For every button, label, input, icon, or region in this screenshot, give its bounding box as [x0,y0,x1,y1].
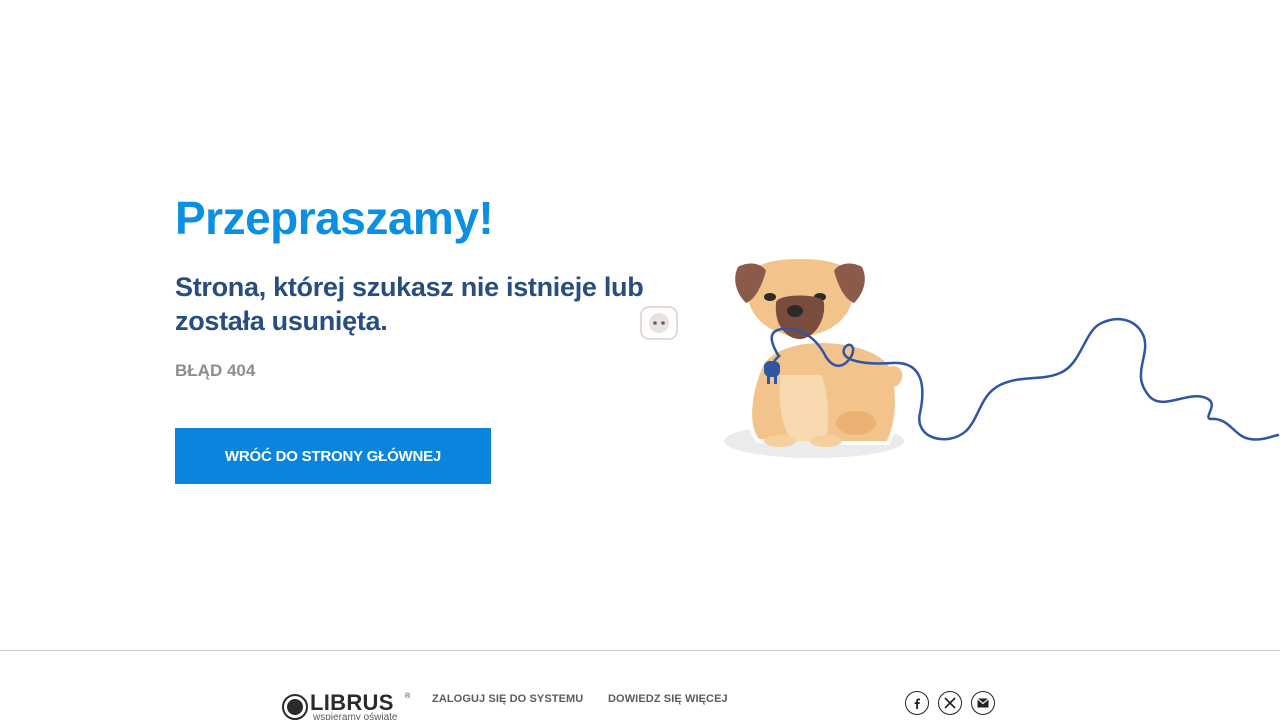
error-404-page: Przepraszamy! Strona, której szukasz nie… [0,0,1280,720]
dog-icon [735,254,903,447]
socket-icon [640,306,678,340]
login-link[interactable]: ZALOGUJ SIĘ DO SYSTEMU [432,693,583,705]
logo-tagline: wspieramy oświatę [313,712,398,720]
registered-mark: ® [405,693,411,700]
librus-logo[interactable]: LIBRUS ® wspieramy oświatę [281,691,421,720]
error-content: Przepraszamy! Strona, której szukasz nie… [175,190,645,484]
x-twitter-icon[interactable] [938,691,962,715]
facebook-icon[interactable] [905,691,929,715]
error-code: BŁĄD 404 [175,361,256,380]
x-glyph [944,697,956,709]
footer: LIBRUS ® wspieramy oświatę ZALOGUJ SIĘ D… [0,650,1280,720]
learn-more-link[interactable]: DOWIEDZ SIĘ WIĘCEJ [608,693,728,705]
facebook-glyph [914,698,920,709]
logo-mark-icon [282,694,308,720]
mail-icon[interactable] [971,691,995,715]
page-title: Przepraszamy! [175,192,494,244]
error-message: Strona, której szukasz nie istnieje lub … [175,272,644,336]
mail-glyph [977,698,989,708]
dog-illustration [640,254,1280,458]
back-to-home-button[interactable]: WRÓĆ DO STRONY GŁÓWNEJ [175,428,491,484]
